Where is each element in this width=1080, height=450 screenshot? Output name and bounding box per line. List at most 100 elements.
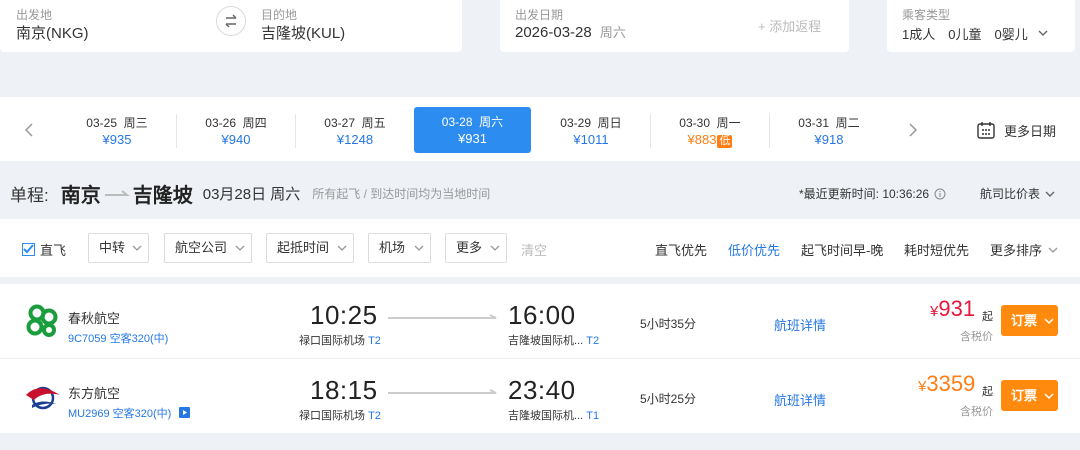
clear-filters-button[interactable]: 清空 — [521, 240, 547, 259]
flight-row[interactable]: 春秋航空 9C7059 空客320(中) 10:25 禄口国际机场 T2 16:… — [0, 284, 1080, 358]
date-tab-price: ¥1248 — [336, 132, 374, 147]
flight-details-link[interactable]: 航班详情 — [774, 390, 826, 409]
date-tab-price: ¥931 — [458, 131, 487, 146]
from-city-field[interactable]: 南京(NKG) — [16, 22, 89, 43]
sort-direct-first[interactable]: 直飞优先 — [655, 240, 707, 259]
depart-date-field[interactable]: 2026-03-28 周六 — [515, 22, 626, 41]
date-search-card: 出发日期 2026-03-28 周六 + 添加返程 — [500, 0, 849, 52]
more-dates-label: 更多日期 — [1004, 123, 1057, 139]
airport-filter-dropdown[interactable]: 机场 — [368, 233, 431, 263]
sort-shortest-duration[interactable]: 耗时短优先 — [904, 240, 969, 259]
more-dates-button[interactable]: 更多日期 — [976, 119, 1056, 141]
book-ticket-button[interactable]: 订票 — [1001, 380, 1058, 411]
depart-date-value: 2026-03-28 — [515, 24, 592, 41]
info-icon[interactable] — [934, 188, 946, 200]
chevron-down-icon — [1045, 191, 1055, 197]
last-updated-text: *最近更新时间: 10:36:26 — [799, 187, 930, 201]
airport-name: 禄口国际机场 — [299, 335, 365, 347]
dropdown-label: 航空公司 — [175, 240, 228, 255]
local-time-note: 所有起飞 / 到达时间均为当地时间 — [312, 186, 491, 201]
arrival-airport: 吉隆坡国际机... T2 — [508, 332, 599, 348]
terminal: T2 — [368, 335, 381, 347]
date-tab-date: 03-28 — [441, 115, 473, 129]
date-tab-0327[interactable]: 03-27 周五 ¥1248 — [296, 111, 414, 151]
swap-cities-button[interactable] — [216, 6, 246, 36]
airline-compare-button[interactable]: 航司比价表 — [980, 185, 1056, 202]
date-tab-date: 03-29 — [560, 116, 591, 130]
date-tab-0328-selected[interactable]: 03-28 周六 ¥931 — [414, 107, 531, 153]
sort-departure-time[interactable]: 起飞时间早-晚 — [801, 240, 883, 259]
checkbox-checked-icon — [22, 243, 35, 256]
depart-weekday: 周六 — [599, 25, 626, 40]
route-search-card: 出发地 南京(NKG) 目的地 吉隆坡(KUL) — [0, 0, 462, 52]
chevron-down-icon — [337, 245, 347, 251]
date-tab-0326[interactable]: 03-26 周四 ¥940 — [177, 111, 295, 151]
calendar-icon — [977, 122, 995, 139]
trip-type-label: 单程: — [10, 185, 49, 205]
flight-number[interactable]: 9C7059 空客320(中) — [68, 330, 168, 346]
transfer-filter-dropdown[interactable]: 中转 — [88, 233, 149, 263]
tax-included-label: 含税价 — [960, 331, 993, 343]
spring-airlines-logo-icon — [26, 304, 58, 337]
flight-duration: 5小时35分 — [640, 317, 697, 331]
arrival-time: 23:40 — [508, 375, 576, 405]
airport-name: 禄口国际机场 — [299, 410, 365, 422]
route-arrow-icon — [104, 190, 130, 196]
swap-icon — [225, 14, 237, 28]
dropdown-label: 更多 — [456, 240, 483, 255]
more-filter-dropdown[interactable]: 更多 — [445, 233, 507, 263]
airline-filter-dropdown[interactable]: 航空公司 — [164, 233, 252, 263]
airline-name: 春秋航空 — [68, 311, 121, 326]
date-strip: 03-25 周三 ¥935 03-26 周四 ¥940 03-27 周五 ¥12… — [0, 97, 1080, 161]
date-tab-weekday: 周五 — [361, 116, 386, 130]
chevron-down-icon — [1044, 318, 1054, 325]
last-updated: *最近更新时间: 10:36:26 — [799, 185, 946, 202]
date-tab-weekday: 周四 — [242, 116, 267, 130]
departure-airport: 禄口国际机场 T2 — [299, 407, 381, 423]
time-filter-dropdown[interactable]: 起抵时间 — [266, 233, 354, 263]
dropdown-label: 中转 — [99, 240, 126, 255]
dropdown-label: 起抵时间 — [277, 240, 330, 255]
date-tab-date: 03-25 — [86, 116, 117, 130]
terminal: T2 — [368, 410, 381, 422]
play-icon[interactable] — [179, 407, 191, 418]
flight-row[interactable]: 东方航空 MU2969 空客320(中) 18:15 禄口国际机场 T2 23:… — [0, 359, 1080, 433]
airport-name: 吉隆坡国际机... — [508, 335, 584, 347]
direct-only-checkbox[interactable]: 直飞 — [22, 240, 66, 259]
price-value: 931 — [938, 296, 976, 321]
passenger-select[interactable]: 1成人 0儿童 0婴儿 — [902, 24, 1028, 43]
chevron-down-icon — [1048, 247, 1058, 253]
flight-price: ¥931 — [930, 296, 975, 322]
dropdown-label: 机场 — [379, 240, 406, 255]
more-sort-dropdown[interactable]: 更多排序 — [990, 240, 1059, 259]
sort-lowest-price[interactable]: 低价优先 — [728, 240, 780, 259]
date-tab-0331[interactable]: 03-31 周二 ¥918 — [770, 111, 888, 151]
arrival-airport: 吉隆坡国际机... T1 — [508, 407, 599, 423]
date-tab-weekday: 周六 — [479, 115, 504, 129]
date-tab-0325[interactable]: 03-25 周三 ¥935 — [58, 111, 176, 151]
date-tab-weekday: 周三 — [123, 116, 148, 130]
date-tab-price: ¥1011 — [573, 132, 609, 147]
flight-number-text: MU2969 空客320(中) — [68, 408, 172, 420]
flight-number[interactable]: MU2969 空客320(中) — [68, 405, 191, 421]
filter-bar: 直飞 中转 航空公司 起抵时间 机场 更多 清空 直飞优先 低价优先 起飞时间早… — [0, 219, 1080, 277]
price-value: 3359 — [926, 371, 976, 396]
direct-only-label: 直飞 — [40, 243, 67, 258]
price-from-label: 起 — [982, 311, 993, 323]
flight-duration-arrow-icon — [388, 314, 497, 319]
book-ticket-button[interactable]: 订票 — [1001, 305, 1058, 336]
route-to-city: 吉隆坡 — [132, 184, 193, 207]
from-label: 出发地 — [16, 8, 53, 22]
to-city-field[interactable]: 吉隆坡(KUL) — [261, 22, 345, 43]
add-return-button[interactable]: + 添加返程 — [758, 16, 821, 35]
next-dates-arrow-icon[interactable] — [906, 121, 920, 139]
flight-details-link[interactable]: 航班详情 — [774, 315, 826, 334]
more-sort-label: 更多排序 — [990, 243, 1043, 258]
prev-dates-arrow-icon[interactable] — [22, 121, 36, 139]
date-tab-0329[interactable]: 03-29 周日 ¥1011 — [532, 111, 650, 151]
chevron-down-icon[interactable] — [1037, 28, 1049, 38]
date-tab-0330[interactable]: 03-30 周一 ¥883 低 — [651, 111, 769, 151]
chevron-down-icon — [132, 245, 142, 251]
date-tab-date: 03-27 — [324, 116, 355, 130]
flight-duration: 5小时25分 — [640, 392, 697, 406]
